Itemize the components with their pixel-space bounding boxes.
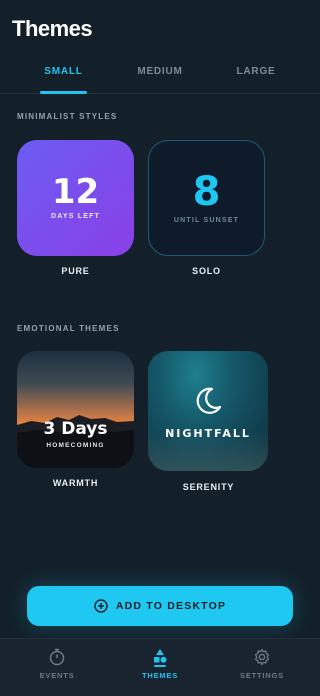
nav-active-indicator [154,665,166,667]
tab-large[interactable]: LARGE [230,60,282,94]
nav-item-events[interactable]: EVENTS [17,639,97,696]
nav-item-themes[interactable]: THEMES [120,639,200,696]
serenity-headline: NIGHTFALL [165,427,251,440]
moon-icon [196,387,222,414]
section-label-minimalist: MINIMALIST STYLES [17,112,118,121]
nav-label-events: EVENTS [39,671,75,680]
nav-label-settings: SETTINGS [240,671,284,680]
size-tabs: SMALL MEDIUM LARGE [0,60,320,94]
solo-subtitle: UNTIL SUNSET [173,217,240,224]
tab-active-indicator [40,91,87,94]
card-caption-solo: SOLO [192,266,221,276]
gear-icon [254,648,270,666]
theme-card-solo[interactable]: 8 UNTIL SUNSET [148,140,265,256]
theme-card-serenity[interactable]: NIGHTFALL [148,351,268,471]
add-to-desktop-label: ADD TO DESKTOP [115,600,227,612]
nav-label-themes: THEMES [141,671,179,680]
warmth-headline: 3 Days [43,419,108,439]
pure-number: 12 [51,172,100,212]
theme-card-warmth[interactable]: 3 Days HOMECOMING [17,351,134,468]
section-label-emotional: EMOTIONAL THEMES [17,324,120,333]
card-caption-pure: PURE [61,266,90,276]
shapes-icon [154,649,167,663]
tab-small[interactable]: SMALL [40,60,87,94]
add-to-desktop-button[interactable]: ADD TO DESKTOP [27,586,293,626]
tab-small-label: SMALL [44,66,83,77]
stopwatch-icon [49,648,65,666]
plus-circle-icon [94,599,108,613]
card-caption-warmth: WARMTH [52,478,99,488]
theme-card-pure[interactable]: 12 DAYS LEFT [17,140,134,256]
nav-item-settings[interactable]: SETTINGS [222,639,302,696]
tab-large-label: LARGE [236,66,276,77]
warmth-subtitle: HOMECOMING [46,442,105,449]
solo-number: 8 [192,169,221,215]
page-title: Themes [12,16,93,41]
bottom-nav: EVENTS THEMES SETTINGS [0,638,320,696]
pure-subtitle: DAYS LEFT [50,213,101,220]
card-caption-serenity: SERENITY [182,482,235,492]
tab-medium[interactable]: MEDIUM [132,60,188,94]
tab-medium-label: MEDIUM [137,66,183,77]
